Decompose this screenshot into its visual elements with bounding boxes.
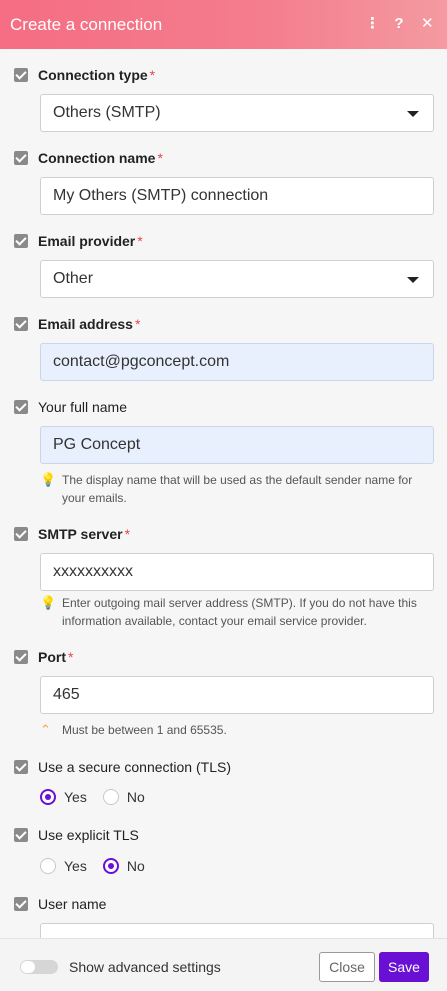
checkbox-icon[interactable] bbox=[14, 828, 28, 842]
connection-type-select[interactable]: Others (SMTP) bbox=[40, 94, 434, 132]
email-address-input[interactable]: contact@pgconcept.com bbox=[40, 343, 434, 381]
smtp-server-label: SMTP server bbox=[38, 526, 123, 542]
full-name-input[interactable]: PG Concept bbox=[40, 426, 434, 464]
full-name-label: Your full name bbox=[38, 399, 127, 415]
secure-tls-label: Use a secure connection (TLS) bbox=[38, 759, 231, 775]
user-name-label-row: User name bbox=[14, 896, 106, 912]
explicit-tls-label: Use explicit TLS bbox=[38, 827, 139, 843]
radio-selected-icon[interactable] bbox=[40, 789, 56, 805]
email-provider-select[interactable]: Other bbox=[40, 260, 434, 298]
email-provider-value: Other bbox=[53, 270, 94, 287]
smtp-server-label-row: SMTP server * bbox=[14, 526, 130, 542]
required-marker: * bbox=[157, 150, 163, 166]
header-actions: ⋮ ? ✕ bbox=[365, 14, 434, 34]
secure-tls-label-row: Use a secure connection (TLS) bbox=[14, 759, 231, 775]
user-name-label: User name bbox=[38, 896, 107, 912]
checkbox-icon[interactable] bbox=[14, 897, 28, 911]
connection-type-value: Others (SMTP) bbox=[53, 104, 161, 121]
required-marker: * bbox=[68, 649, 74, 665]
lightbulb-icon: 💡 bbox=[40, 595, 57, 610]
checkbox-icon[interactable] bbox=[14, 68, 28, 82]
secure-tls-yes-option[interactable]: Yes bbox=[40, 789, 87, 805]
secure-tls-radio-group: Yes No bbox=[40, 789, 161, 805]
lightbulb-icon: 💡 bbox=[40, 472, 57, 487]
connection-name-value: My Others (SMTP) connection bbox=[53, 187, 269, 204]
checkbox-icon[interactable] bbox=[14, 317, 28, 331]
explicit-tls-no-label: No bbox=[126, 858, 145, 874]
help-icon[interactable]: ? bbox=[393, 14, 405, 34]
chevron-down-icon bbox=[407, 111, 419, 117]
save-button[interactable]: Save bbox=[379, 952, 429, 982]
smtp-server-hint-text: Enter outgoing mail server address (SMTP… bbox=[62, 596, 417, 628]
radio-unselected-icon[interactable] bbox=[102, 789, 119, 805]
full-name-value: PG Concept bbox=[53, 436, 141, 453]
more-vertical-icon[interactable]: ⋮ bbox=[365, 14, 380, 34]
port-input[interactable]: 465 bbox=[40, 676, 434, 714]
explicit-tls-no-option[interactable]: No bbox=[102, 858, 145, 874]
port-label: Port bbox=[38, 649, 66, 665]
connection-name-input[interactable]: My Others (SMTP) connection bbox=[40, 177, 434, 215]
radio-selected-icon[interactable] bbox=[102, 858, 119, 874]
chevron-up-icon: ⌃ bbox=[40, 722, 51, 737]
dialog-header: Create a connection ⋮ ? ✕ bbox=[0, 0, 447, 49]
smtp-server-value: xxxxxxxxxx bbox=[53, 563, 133, 580]
port-hint: ⌃ Must be between 1 and 65535. bbox=[40, 721, 434, 739]
full-name-hint: 💡 The display name that will be used as … bbox=[40, 471, 434, 507]
checkbox-icon[interactable] bbox=[14, 151, 28, 165]
dialog-title: Create a connection bbox=[10, 14, 163, 34]
checkbox-icon[interactable] bbox=[14, 760, 28, 774]
smtp-server-hint: 💡 Enter outgoing mail server address (SM… bbox=[40, 594, 434, 630]
secure-tls-no-option[interactable]: No bbox=[102, 789, 145, 805]
port-hint-text: Must be between 1 and 65535. bbox=[62, 723, 227, 737]
toggle-knob bbox=[21, 961, 35, 973]
checkbox-icon[interactable] bbox=[14, 527, 28, 541]
port-value: 465 bbox=[53, 686, 80, 703]
checkbox-icon[interactable] bbox=[14, 234, 28, 248]
explicit-tls-yes-label: Yes bbox=[64, 858, 87, 874]
secure-tls-no-label: No bbox=[126, 789, 145, 805]
radio-unselected-icon[interactable] bbox=[40, 858, 56, 874]
email-address-value: contact@pgconcept.com bbox=[53, 353, 230, 370]
close-icon[interactable]: ✕ bbox=[421, 14, 434, 34]
email-address-label: Email address bbox=[38, 316, 133, 332]
advanced-settings-label: Show advanced settings bbox=[69, 959, 221, 975]
required-marker: * bbox=[149, 67, 156, 83]
required-marker: * bbox=[134, 316, 141, 332]
close-button[interactable]: Close bbox=[319, 952, 375, 982]
explicit-tls-yes-option[interactable]: Yes bbox=[40, 858, 87, 874]
required-marker: * bbox=[124, 526, 131, 542]
connection-type-label-row: Connection type * bbox=[14, 67, 155, 83]
dialog-footer: Show advanced settings Close Save bbox=[0, 938, 447, 991]
explicit-tls-radio-group: Yes No bbox=[40, 858, 161, 874]
advanced-settings-toggle[interactable] bbox=[20, 960, 58, 974]
smtp-server-input[interactable]: xxxxxxxxxx bbox=[40, 553, 434, 591]
full-name-label-row: Your full name bbox=[14, 399, 127, 415]
connection-name-label: Connection name bbox=[38, 150, 156, 166]
email-provider-label-row: Email provider * bbox=[14, 233, 143, 249]
checkbox-icon[interactable] bbox=[14, 650, 28, 664]
explicit-tls-label-row: Use explicit TLS bbox=[14, 827, 139, 843]
secure-tls-yes-label: Yes bbox=[64, 789, 87, 805]
connection-type-label: Connection type bbox=[38, 67, 148, 83]
user-name-input[interactable] bbox=[40, 923, 434, 938]
dialog-body: Connection type * Others (SMTP) Connecti… bbox=[0, 49, 447, 938]
connection-name-label-row: Connection name * bbox=[14, 150, 163, 166]
chevron-down-icon bbox=[407, 277, 419, 283]
full-name-hint-text: The display name that will be used as th… bbox=[62, 473, 413, 505]
email-provider-label: Email provider bbox=[38, 233, 136, 249]
required-marker: * bbox=[137, 233, 143, 249]
checkbox-icon[interactable] bbox=[14, 400, 28, 414]
port-label-row: Port * bbox=[14, 649, 73, 665]
email-address-label-row: Email address * bbox=[14, 316, 140, 332]
